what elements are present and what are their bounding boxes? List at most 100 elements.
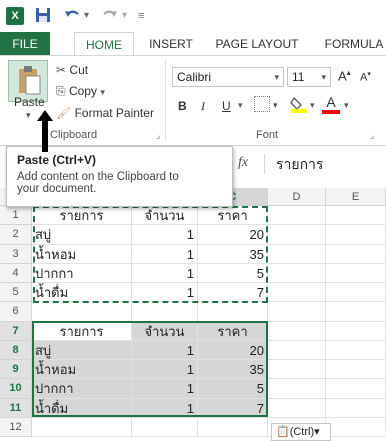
cell-c[interactable]: 7 [198,398,268,418]
cell-empty[interactable] [268,244,326,264]
tab-page-layout[interactable]: PAGE LAYOUT [208,32,306,56]
clipboard-launcher-icon[interactable]: ⌟ [156,130,160,141]
borders-icon[interactable] [254,96,270,112]
cell-a[interactable]: สบู่ [32,340,132,360]
fill-color-dropdown-icon[interactable]: ▾ [310,100,315,111]
cell-c[interactable] [198,302,268,322]
redo-icon[interactable] [100,6,120,26]
redo-dropdown-icon[interactable]: ▾ [122,6,127,26]
cell-b[interactable]: 1 [132,283,198,303]
save-icon[interactable] [34,6,52,26]
cell-empty[interactable] [268,379,326,399]
cell-b[interactable]: 1 [132,360,198,380]
cell-empty[interactable] [326,340,386,360]
paste-options-button[interactable]: 📋(Ctrl)▾ [271,423,331,441]
cell-b[interactable]: 1 [132,379,198,399]
cell-empty[interactable] [326,302,386,322]
cell-b[interactable]: จำนวน [132,321,198,341]
underline-dropdown-icon[interactable]: ▾ [238,100,243,111]
cell-empty[interactable] [268,321,326,341]
cell-a[interactable]: ปากกา [32,379,132,399]
row-header[interactable]: 11 [0,398,32,418]
cell-b[interactable]: 1 [132,225,198,245]
cell-empty[interactable] [268,283,326,303]
row-header[interactable]: 2 [0,225,32,245]
cell-c[interactable]: 35 [198,360,268,380]
cell-empty[interactable] [326,321,386,341]
row-header[interactable]: 7 [0,321,32,341]
grow-font-button[interactable]: A▴ [338,68,351,83]
font-launcher-icon[interactable]: ⌟ [370,130,374,141]
cell-c[interactable]: ราคา [198,206,268,226]
cell-b[interactable]: 1 [132,244,198,264]
row-header[interactable]: 8 [0,340,32,360]
cell-c[interactable]: 20 [198,340,268,360]
cell-empty[interactable] [326,263,386,283]
cell-a[interactable]: สบู่ [32,225,132,245]
undo-dropdown-icon[interactable]: ▾ [84,6,89,26]
cell-empty[interactable] [326,360,386,380]
cell-empty[interactable] [326,379,386,399]
cell-b[interactable]: 1 [132,340,198,360]
cell-a[interactable]: น้ำหอม [32,360,132,380]
paste-dropdown-icon[interactable]: ▾ [26,110,31,121]
cell-c[interactable]: 5 [198,379,268,399]
copy-dropdown-icon[interactable]: ▾ [100,87,105,97]
cell-a[interactable] [32,302,132,322]
cell-a[interactable]: ปากกา [32,263,132,283]
row-header[interactable]: 12 [0,417,32,437]
tab-insert[interactable]: INSERT [142,32,200,56]
cell-empty[interactable] [268,225,326,245]
cell-empty[interactable] [268,206,326,226]
cell-c[interactable]: 35 [198,244,268,264]
cell-empty[interactable] [326,398,386,418]
undo-icon[interactable] [62,6,82,26]
cell-b[interactable]: 1 [132,263,198,283]
cell-empty[interactable] [268,360,326,380]
fill-color-button[interactable] [290,95,308,113]
cell-a[interactable]: รายการ [32,321,132,341]
cell-empty[interactable] [326,244,386,264]
font-size-select[interactable]: 11 ▾ [287,67,331,87]
cell-b[interactable]: จำนวน [132,206,198,226]
cell-empty[interactable] [268,340,326,360]
row-header[interactable]: 6 [0,302,32,322]
tab-home[interactable]: HOME [74,32,134,56]
font-family-select[interactable]: Calibri ▾ [172,67,284,87]
cell-b[interactable]: 1 [132,398,198,418]
cell-empty[interactable] [326,283,386,303]
cell-a[interactable]: น้ำดื่ม [32,283,132,303]
format-painter-button[interactable]: 🖌 Format Painter [56,106,154,120]
cell-empty[interactable] [326,206,386,226]
row-header[interactable]: 3 [0,244,32,264]
cell-a[interactable]: รายการ [32,206,132,226]
formula-input[interactable]: รายการ [270,152,386,176]
row-header[interactable]: 4 [0,263,32,283]
row-header[interactable]: 10 [0,379,32,399]
cell-c[interactable]: 5 [198,263,268,283]
cell-a[interactable]: น้ำดื่ม [32,398,132,418]
cell-b[interactable] [132,302,198,322]
borders-dropdown-icon[interactable]: ▾ [273,100,278,111]
cell-c[interactable]: 7 [198,283,268,303]
copy-button[interactable]: ⎘ Copy ▾ [56,84,105,99]
font-color-dropdown-icon[interactable]: ▾ [344,100,349,111]
row-header[interactable]: 1 [0,206,32,226]
tab-formulas[interactable]: FORMULA [314,32,386,56]
cell-c[interactable] [198,417,268,437]
italic-button[interactable]: I [201,99,205,114]
column-header-d[interactable]: D [268,188,326,206]
shrink-font-button[interactable]: A▾ [360,70,371,84]
row-header[interactable]: 5 [0,283,32,303]
cell-b[interactable] [132,417,198,437]
bold-button[interactable]: B [178,99,187,113]
cut-button[interactable]: ✂ Cut [56,63,88,77]
cell-empty[interactable] [268,302,326,322]
cell-empty[interactable] [326,225,386,245]
insert-function-icon[interactable]: fx [238,155,248,171]
underline-button[interactable]: U [222,99,231,113]
tab-file[interactable]: FILE [0,32,50,56]
font-color-button[interactable]: A [322,94,340,114]
column-header-e[interactable]: E [326,188,386,206]
row-header[interactable]: 9 [0,360,32,380]
